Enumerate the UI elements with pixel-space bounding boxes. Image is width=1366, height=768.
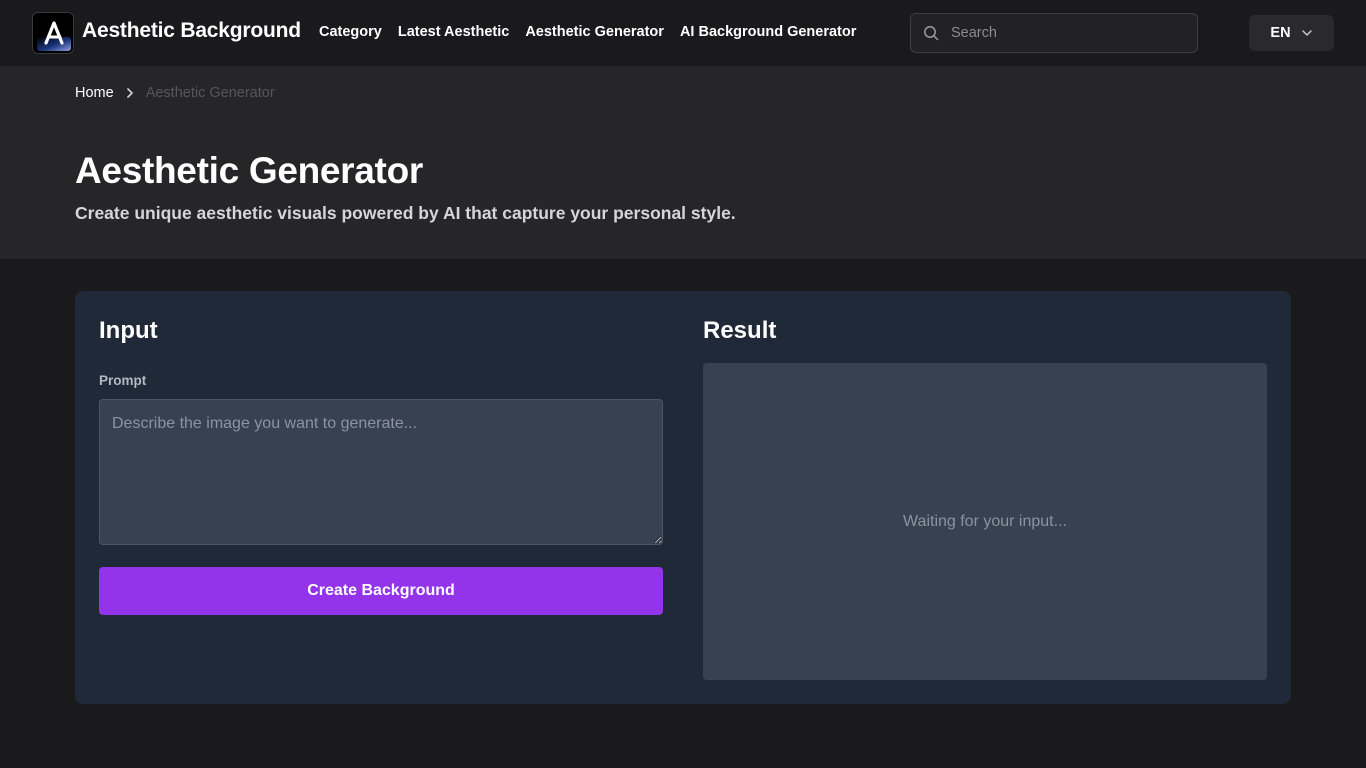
page-title: Aesthetic Generator bbox=[75, 150, 423, 191]
language-selector[interactable]: EN bbox=[1249, 15, 1334, 51]
nav-item-aesthetic-generator[interactable]: Aesthetic Generator bbox=[525, 24, 664, 40]
nav-item-latest-aesthetic[interactable]: Latest Aesthetic bbox=[398, 24, 509, 40]
logo-icon[interactable] bbox=[32, 12, 74, 54]
page-subtitle: Create unique aesthetic visuals powered … bbox=[75, 203, 736, 223]
generator-card: Input Prompt Create Background Result Wa… bbox=[75, 291, 1291, 704]
hero-section: Home Aesthetic Generator Aesthetic Gener… bbox=[0, 66, 1366, 259]
prompt-textarea[interactable] bbox=[99, 399, 663, 545]
nav-item-ai-background-generator[interactable]: AI Background Generator bbox=[680, 24, 856, 40]
brand-name[interactable]: Aesthetic Background bbox=[82, 19, 301, 43]
nav-item-category[interactable]: Category bbox=[319, 24, 382, 40]
prompt-label: Prompt bbox=[99, 373, 147, 388]
create-background-button[interactable]: Create Background bbox=[99, 567, 663, 615]
result-status: Waiting for your input... bbox=[903, 512, 1067, 530]
chevron-down-icon bbox=[1301, 30, 1312, 36]
main-nav: Category Latest Aesthetic Aesthetic Gene… bbox=[319, 24, 856, 40]
result-section-title: Result bbox=[703, 317, 777, 344]
chevron-right-icon bbox=[126, 88, 133, 98]
breadcrumb: Home Aesthetic Generator bbox=[75, 85, 275, 101]
breadcrumb-home[interactable]: Home bbox=[75, 85, 114, 101]
top-header: Aesthetic Background Category Latest Aes… bbox=[0, 0, 1366, 66]
search-input[interactable] bbox=[951, 14, 1191, 52]
search-icon bbox=[924, 26, 939, 41]
result-panel: Waiting for your input... bbox=[703, 363, 1267, 680]
language-label: EN bbox=[1270, 25, 1291, 41]
breadcrumb-current: Aesthetic Generator bbox=[145, 85, 275, 101]
search-box bbox=[910, 13, 1198, 53]
input-section-title: Input bbox=[99, 317, 158, 344]
